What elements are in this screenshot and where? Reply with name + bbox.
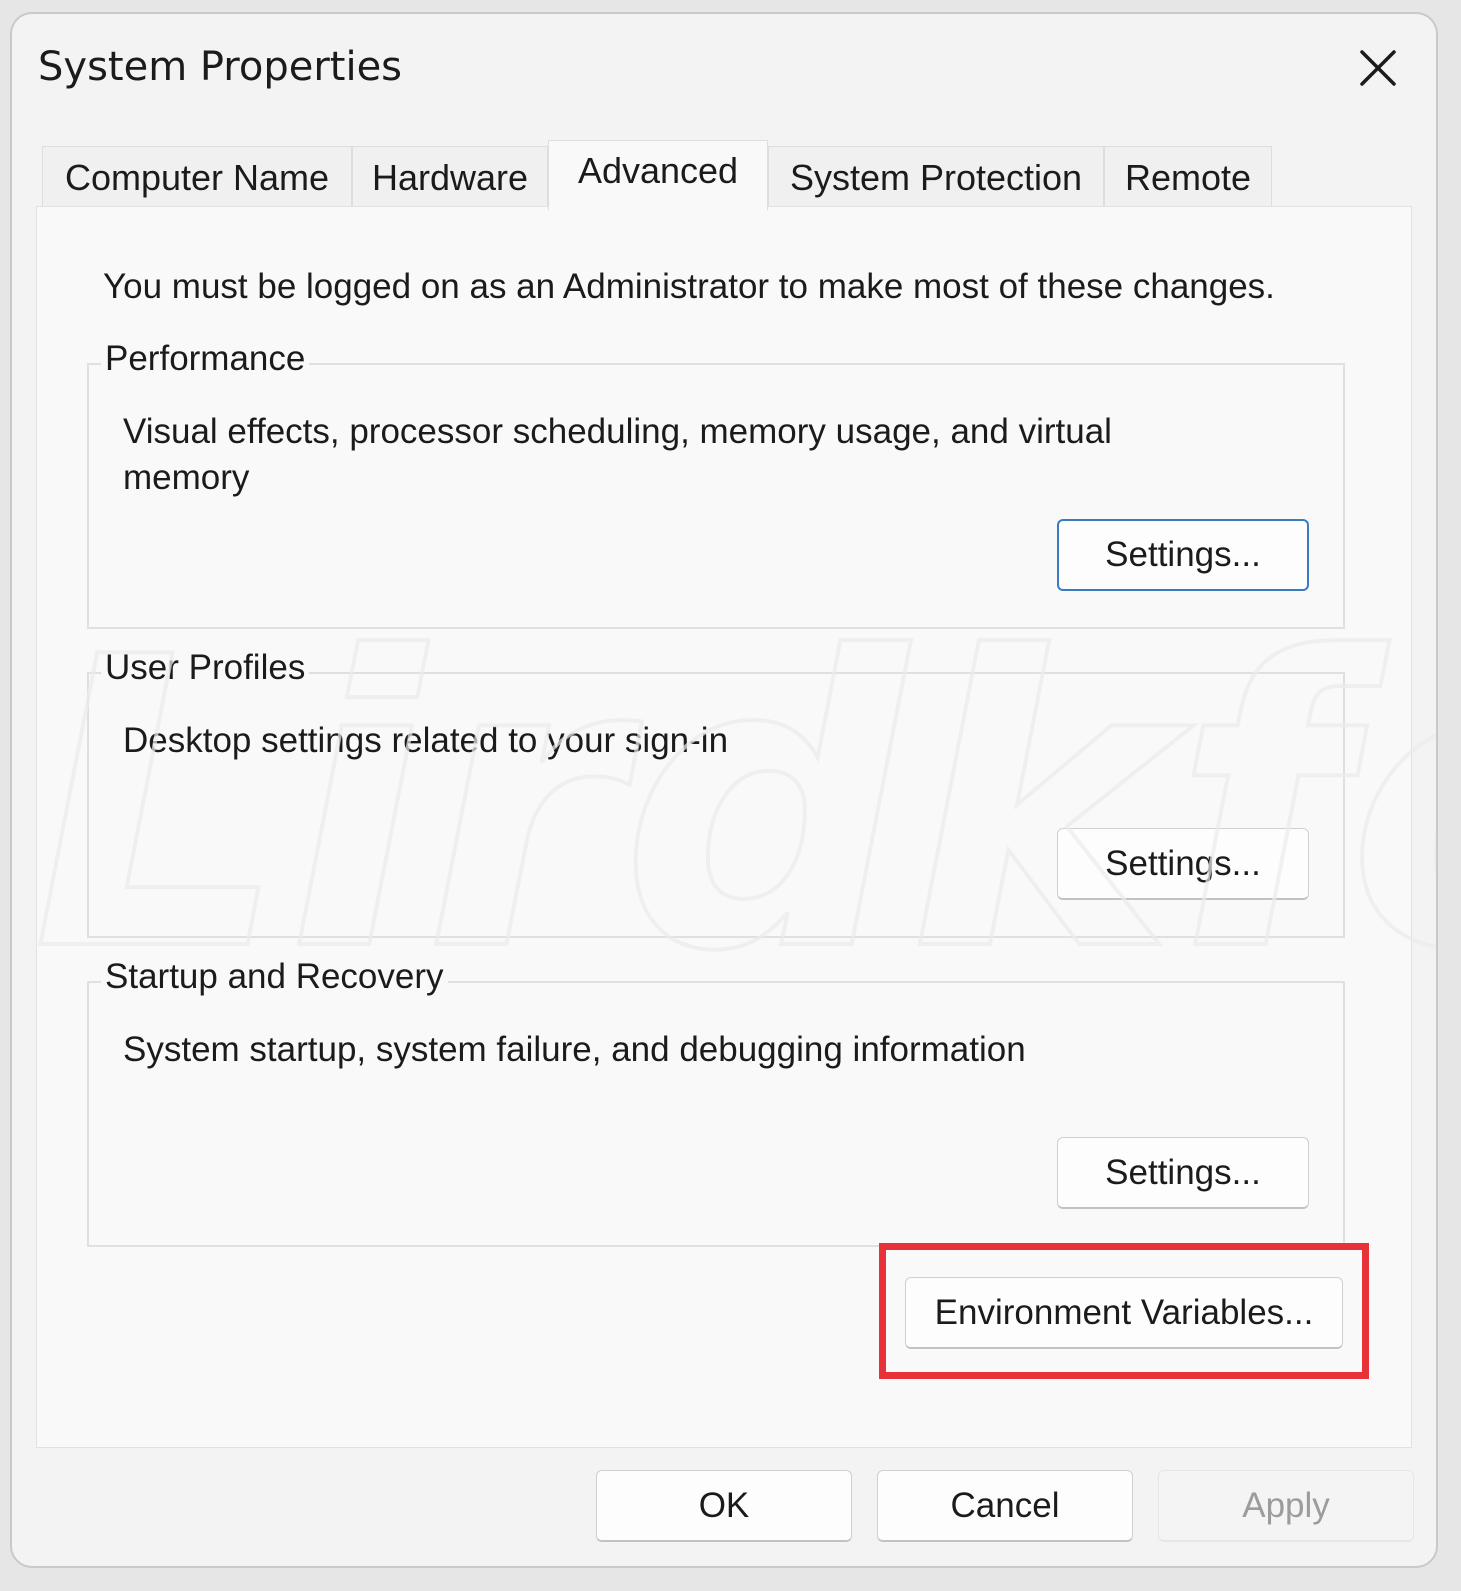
- tab-system-protection[interactable]: System Protection: [768, 146, 1104, 208]
- apply-button[interactable]: Apply: [1158, 1470, 1414, 1542]
- tab-strip: Computer Name Hardware Advanced System P…: [42, 140, 1422, 210]
- environment-variables-button[interactable]: Environment Variables...: [905, 1277, 1343, 1349]
- tab-computer-name[interactable]: Computer Name: [42, 146, 352, 208]
- startup-recovery-settings-button[interactable]: Settings...: [1057, 1137, 1309, 1209]
- ok-button[interactable]: OK: [596, 1470, 852, 1542]
- tab-remote[interactable]: Remote: [1104, 146, 1272, 208]
- close-icon: [1360, 50, 1396, 86]
- window-title: System Properties: [38, 44, 403, 90]
- startup-recovery-description: System startup, system failure, and debu…: [123, 1030, 1026, 1069]
- startup-recovery-title: Startup and Recovery: [101, 957, 448, 997]
- user-profiles-title: User Profiles: [101, 648, 310, 688]
- user-profiles-description: Desktop settings related to your sign-in: [123, 721, 729, 760]
- user-profiles-group: User Profiles Desktop settings related t…: [87, 648, 1345, 938]
- startup-recovery-group: Startup and Recovery System startup, sys…: [87, 957, 1345, 1247]
- close-button[interactable]: [1348, 38, 1408, 98]
- admin-note: You must be logged on as an Administrato…: [103, 267, 1275, 306]
- tab-advanced[interactable]: Advanced: [548, 140, 768, 210]
- performance-title: Performance: [101, 339, 310, 379]
- advanced-tab-panel: You must be logged on as an Administrato…: [36, 206, 1412, 1448]
- performance-group: Performance Visual effects, processor sc…: [87, 339, 1345, 629]
- performance-settings-button[interactable]: Settings...: [1057, 519, 1309, 591]
- system-properties-dialog: System Properties Computer Name Hardware…: [10, 12, 1438, 1568]
- user-profiles-settings-button[interactable]: Settings...: [1057, 828, 1309, 900]
- cancel-button[interactable]: Cancel: [877, 1470, 1133, 1542]
- performance-description: Visual effects, processor scheduling, me…: [123, 412, 1112, 497]
- tab-hardware[interactable]: Hardware: [352, 146, 548, 208]
